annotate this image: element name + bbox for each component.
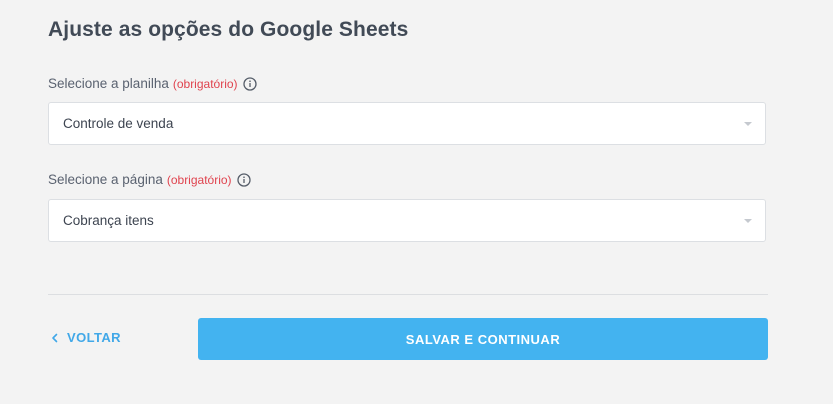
chevron-down-icon xyxy=(744,219,752,223)
sheet-page-select[interactable]: Cobrança itens xyxy=(48,199,766,242)
divider xyxy=(48,294,768,295)
spreadsheet-select-value: Controle de venda xyxy=(63,116,174,131)
required-indicator: (obrigatório) xyxy=(172,76,238,91)
sheet-page-select-value: Cobrança itens xyxy=(63,213,154,228)
sheet-page-label-text: Selecione a página xyxy=(48,172,163,187)
chevron-down-icon xyxy=(744,122,752,126)
info-icon[interactable] xyxy=(236,172,251,187)
save-and-continue-button[interactable]: SALVAR E CONTINUAR xyxy=(198,318,768,360)
spreadsheet-select[interactable]: Controle de venda xyxy=(48,102,766,145)
page-title: Ajuste as opções do Google Sheets xyxy=(48,18,409,41)
info-icon[interactable] xyxy=(242,76,257,91)
chevron-left-icon xyxy=(50,333,60,343)
back-button[interactable]: VOLTAR xyxy=(50,330,121,345)
back-button-label: VOLTAR xyxy=(67,330,121,345)
save-button-label: SALVAR E CONTINUAR xyxy=(405,331,561,347)
required-indicator: (obrigatório) xyxy=(166,172,232,187)
sheet-page-field-label: Selecione a página (obrigatório) xyxy=(48,172,251,187)
spreadsheet-label-text: Selecione a planilha xyxy=(48,76,169,91)
spreadsheet-field-label: Selecione a planilha (obrigatório) xyxy=(48,76,257,91)
